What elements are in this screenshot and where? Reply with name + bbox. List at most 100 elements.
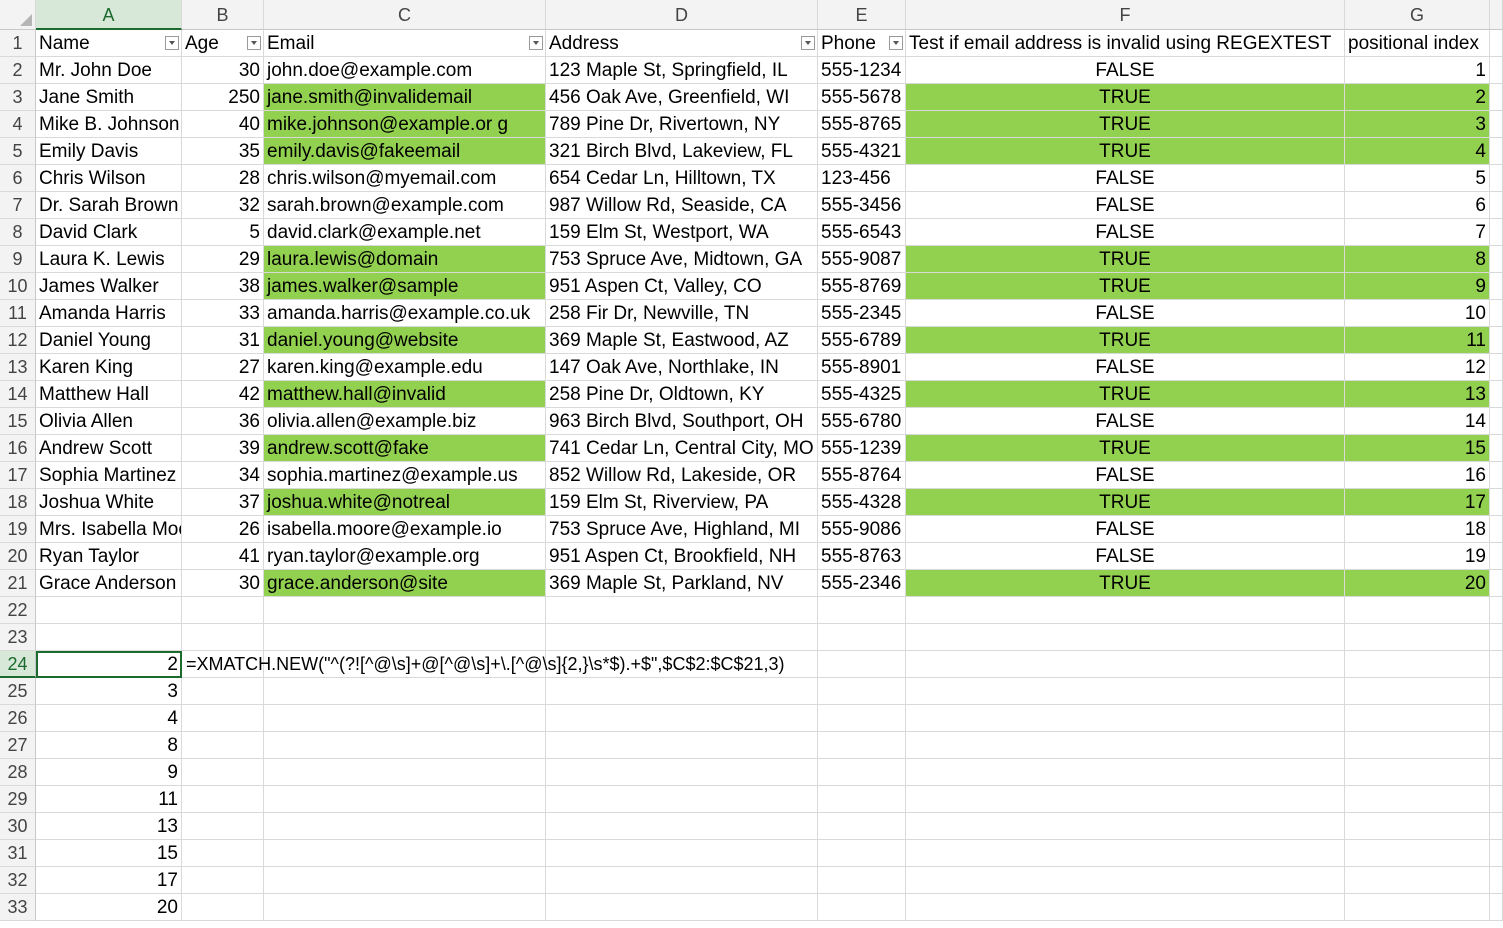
cell-e19[interactable]: 555-9086: [818, 516, 906, 543]
cell-f30[interactable]: [906, 813, 1345, 840]
cell-d13[interactable]: 147 Oak Ave, Northlake, IN: [546, 354, 818, 381]
cell-a2[interactable]: Mr. John Doe: [36, 57, 182, 84]
cell-f11[interactable]: FALSE: [906, 300, 1345, 327]
cell-g24[interactable]: [1345, 651, 1490, 678]
cell-g33[interactable]: [1345, 894, 1490, 921]
cell-d15[interactable]: 963 Birch Blvd, Southport, OH: [546, 408, 818, 435]
cell-c28[interactable]: [264, 759, 546, 786]
cell-b20[interactable]: 41: [182, 543, 264, 570]
cell-b7[interactable]: 32: [182, 192, 264, 219]
row-header-4[interactable]: 4: [0, 111, 36, 138]
row-header-31[interactable]: 31: [0, 840, 36, 867]
cell-d2[interactable]: 123 Maple St, Springfield, IL: [546, 57, 818, 84]
cell-b15[interactable]: 36: [182, 408, 264, 435]
cell-d27[interactable]: [546, 732, 818, 759]
cell-c15[interactable]: olivia.allen@example.biz: [264, 408, 546, 435]
cell-d22[interactable]: [546, 597, 818, 624]
column-header-c[interactable]: C: [264, 0, 546, 30]
cell-a12[interactable]: Daniel Young: [36, 327, 182, 354]
row-header-6[interactable]: 6: [0, 165, 36, 192]
cell-c18[interactable]: joshua.white@notreal: [264, 489, 546, 516]
cell-f14[interactable]: TRUE: [906, 381, 1345, 408]
cell-e15[interactable]: 555-6780: [818, 408, 906, 435]
cell-g13[interactable]: 12: [1345, 354, 1490, 381]
cell-e10[interactable]: 555-8769: [818, 273, 906, 300]
spreadsheet[interactable]: A B C D E F G 1 Name Age Email Address Phone Test if …: [0, 0, 1503, 928]
cell-e9[interactable]: 555-9087: [818, 246, 906, 273]
row-header-33[interactable]: 33: [0, 894, 36, 921]
cell-c14[interactable]: matthew.hall@invalid: [264, 381, 546, 408]
cell-f8[interactable]: FALSE: [906, 219, 1345, 246]
cell-a22[interactable]: [36, 597, 182, 624]
cell-b21[interactable]: 30: [182, 570, 264, 597]
cell-c10[interactable]: james.walker@sample: [264, 273, 546, 300]
cell-b17[interactable]: 34: [182, 462, 264, 489]
select-all-corner[interactable]: [0, 0, 36, 30]
cell-c22[interactable]: [264, 597, 546, 624]
cell-b30[interactable]: [182, 813, 264, 840]
row-header-15[interactable]: 15: [0, 408, 36, 435]
cell-d7[interactable]: 987 Willow Rd, Seaside, CA: [546, 192, 818, 219]
cell-c6[interactable]: chris.wilson@myemail.com: [264, 165, 546, 192]
cell-d16[interactable]: 741 Cedar Ln, Central City, MO: [546, 435, 818, 462]
cell-a31[interactable]: 15: [36, 840, 182, 867]
cell-a25[interactable]: 3: [36, 678, 182, 705]
cell-e24[interactable]: [818, 651, 906, 678]
cell-f5[interactable]: TRUE: [906, 138, 1345, 165]
cell-a6[interactable]: Chris Wilson: [36, 165, 182, 192]
cell-b13[interactable]: 27: [182, 354, 264, 381]
cell-a30[interactable]: 13: [36, 813, 182, 840]
cell-g31[interactable]: [1345, 840, 1490, 867]
cell-a26[interactable]: 4: [36, 705, 182, 732]
cell-d26[interactable]: [546, 705, 818, 732]
cell-e5[interactable]: 555-4321: [818, 138, 906, 165]
row-header-1[interactable]: 1: [0, 30, 36, 57]
cell-a9[interactable]: Laura K. Lewis: [36, 246, 182, 273]
cell-d19[interactable]: 753 Spruce Ave, Highland, MI: [546, 516, 818, 543]
cell-f19[interactable]: FALSE: [906, 516, 1345, 543]
filter-dropdown-icon[interactable]: [529, 36, 543, 50]
cell-b8[interactable]: 5: [182, 219, 264, 246]
cell-a13[interactable]: Karen King: [36, 354, 182, 381]
cell-d25[interactable]: [546, 678, 818, 705]
row-header-26[interactable]: 26: [0, 705, 36, 732]
cell-f28[interactable]: [906, 759, 1345, 786]
cell-c5[interactable]: emily.davis@fakeemail: [264, 138, 546, 165]
cell-a15[interactable]: Olivia Allen: [36, 408, 182, 435]
filter-dropdown-icon[interactable]: [889, 36, 903, 50]
cell-b31[interactable]: [182, 840, 264, 867]
cell-g12[interactable]: 11: [1345, 327, 1490, 354]
cell-g28[interactable]: [1345, 759, 1490, 786]
cell-e21[interactable]: 555-2346: [818, 570, 906, 597]
cell-f10[interactable]: TRUE: [906, 273, 1345, 300]
cell-d14[interactable]: 258 Pine Dr, Oldtown, KY: [546, 381, 818, 408]
row-header-23[interactable]: 23: [0, 624, 36, 651]
row-header-28[interactable]: 28: [0, 759, 36, 786]
cell-f33[interactable]: [906, 894, 1345, 921]
cell-a23[interactable]: [36, 624, 182, 651]
cell-c23[interactable]: [264, 624, 546, 651]
row-header-18[interactable]: 18: [0, 489, 36, 516]
row-header-5[interactable]: 5: [0, 138, 36, 165]
filter-dropdown-icon[interactable]: [247, 36, 261, 50]
cell-d18[interactable]: 159 Elm St, Riverview, PA: [546, 489, 818, 516]
cell-e4[interactable]: 555-8765: [818, 111, 906, 138]
cell-e30[interactable]: [818, 813, 906, 840]
cell-c17[interactable]: sophia.martinez@example.us: [264, 462, 546, 489]
cell-g15[interactable]: 14: [1345, 408, 1490, 435]
cell-g18[interactable]: 17: [1345, 489, 1490, 516]
cell-f13[interactable]: FALSE: [906, 354, 1345, 381]
cell-a4[interactable]: Mike B. Johnson: [36, 111, 182, 138]
cell-e16[interactable]: 555-1239: [818, 435, 906, 462]
cell-b5[interactable]: 35: [182, 138, 264, 165]
cell-d32[interactable]: [546, 867, 818, 894]
cell-b26[interactable]: [182, 705, 264, 732]
column-header-b[interactable]: B: [182, 0, 264, 30]
cell-c13[interactable]: karen.king@example.edu: [264, 354, 546, 381]
cell-d23[interactable]: [546, 624, 818, 651]
cell-g22[interactable]: [1345, 597, 1490, 624]
cell-a16[interactable]: Andrew Scott: [36, 435, 182, 462]
cell-e11[interactable]: 555-2345: [818, 300, 906, 327]
cell-c21[interactable]: grace.anderson@site: [264, 570, 546, 597]
cell-a8[interactable]: David Clark: [36, 219, 182, 246]
